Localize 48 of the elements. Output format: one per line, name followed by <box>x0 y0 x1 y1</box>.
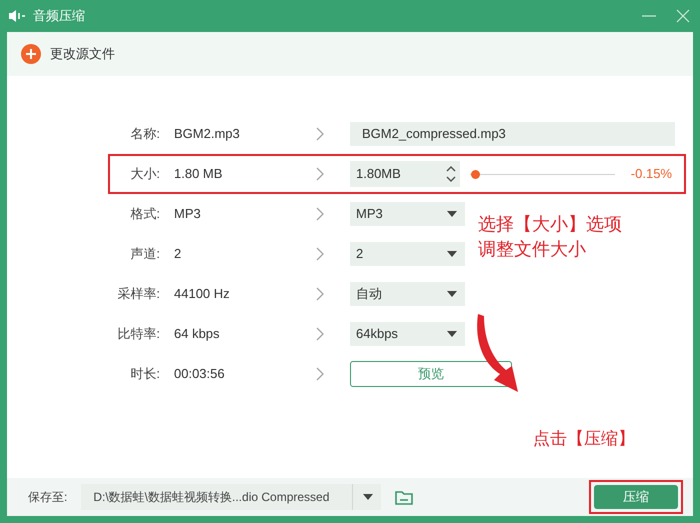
annotation-text: 点击【压缩】 <box>533 428 635 450</box>
dropdown[interactable]: 2 <box>350 242 465 266</box>
minimize-icon[interactable] <box>642 15 656 17</box>
save-to-label: 保存至: <box>28 489 68 506</box>
save-path-dropdown[interactable]: D:\数据蛙\数据蛙视频转换...dio Compressed <box>81 484 382 510</box>
slider-thumb[interactable] <box>470 170 480 178</box>
field-label: 比特率: <box>116 325 160 344</box>
field-label: 声道: <box>129 245 160 264</box>
field-label: 时长: <box>129 365 160 384</box>
field-label: 采样率: <box>116 285 160 304</box>
change-source-button[interactable]: 更改源文件 <box>21 44 115 64</box>
dropdown[interactable]: 自动 <box>350 282 465 306</box>
caret-icon <box>363 494 374 500</box>
annotation-text: 调整文件大小 <box>478 238 587 261</box>
caret-icon <box>447 211 457 217</box>
size-input-field[interactable]: 1.80MB <box>350 161 460 187</box>
field-value: 44100 Hz <box>174 285 231 304</box>
chevron-right-icon <box>316 167 324 181</box>
chevron-right-icon <box>316 247 324 261</box>
chevron-right-icon <box>316 367 324 381</box>
dropdown[interactable]: MP3 <box>350 202 465 226</box>
field-label: 大小: <box>129 165 160 184</box>
folder-icon[interactable] <box>395 490 414 504</box>
plus-icon <box>21 44 41 64</box>
field-label: 格式: <box>129 205 160 224</box>
field-value: 2 <box>174 245 182 264</box>
chevron-right-icon <box>316 287 324 301</box>
speaker-icon <box>8 9 26 23</box>
caret-icon <box>447 291 457 297</box>
field-value: BGM2.mp3 <box>174 125 241 144</box>
field-label: 名称: <box>129 125 160 144</box>
spinner-arrows-icon[interactable] <box>446 165 456 183</box>
dropdown[interactable]: 64kbps <box>350 322 465 346</box>
caret-icon <box>447 251 457 257</box>
output-name-field[interactable]: BGM2_compressed.mp3 <box>350 122 675 146</box>
field-value: MP3 <box>174 205 202 224</box>
size-change-reading: -0.15% <box>630 165 672 184</box>
field-value: 00:03:56 <box>174 365 226 384</box>
field-value: 1.80 MB <box>174 165 224 184</box>
size-slider[interactable] <box>470 168 615 180</box>
field-value: 64 kbps <box>174 325 221 344</box>
annotation-text: 选择【大小】选项 <box>478 213 622 236</box>
chevron-right-icon <box>316 207 324 221</box>
chevron-right-icon <box>316 127 324 141</box>
caret-icon <box>447 331 457 337</box>
window-title: 音频压缩 <box>33 7 85 26</box>
close-icon[interactable] <box>676 9 690 23</box>
chevron-right-icon <box>316 327 324 341</box>
